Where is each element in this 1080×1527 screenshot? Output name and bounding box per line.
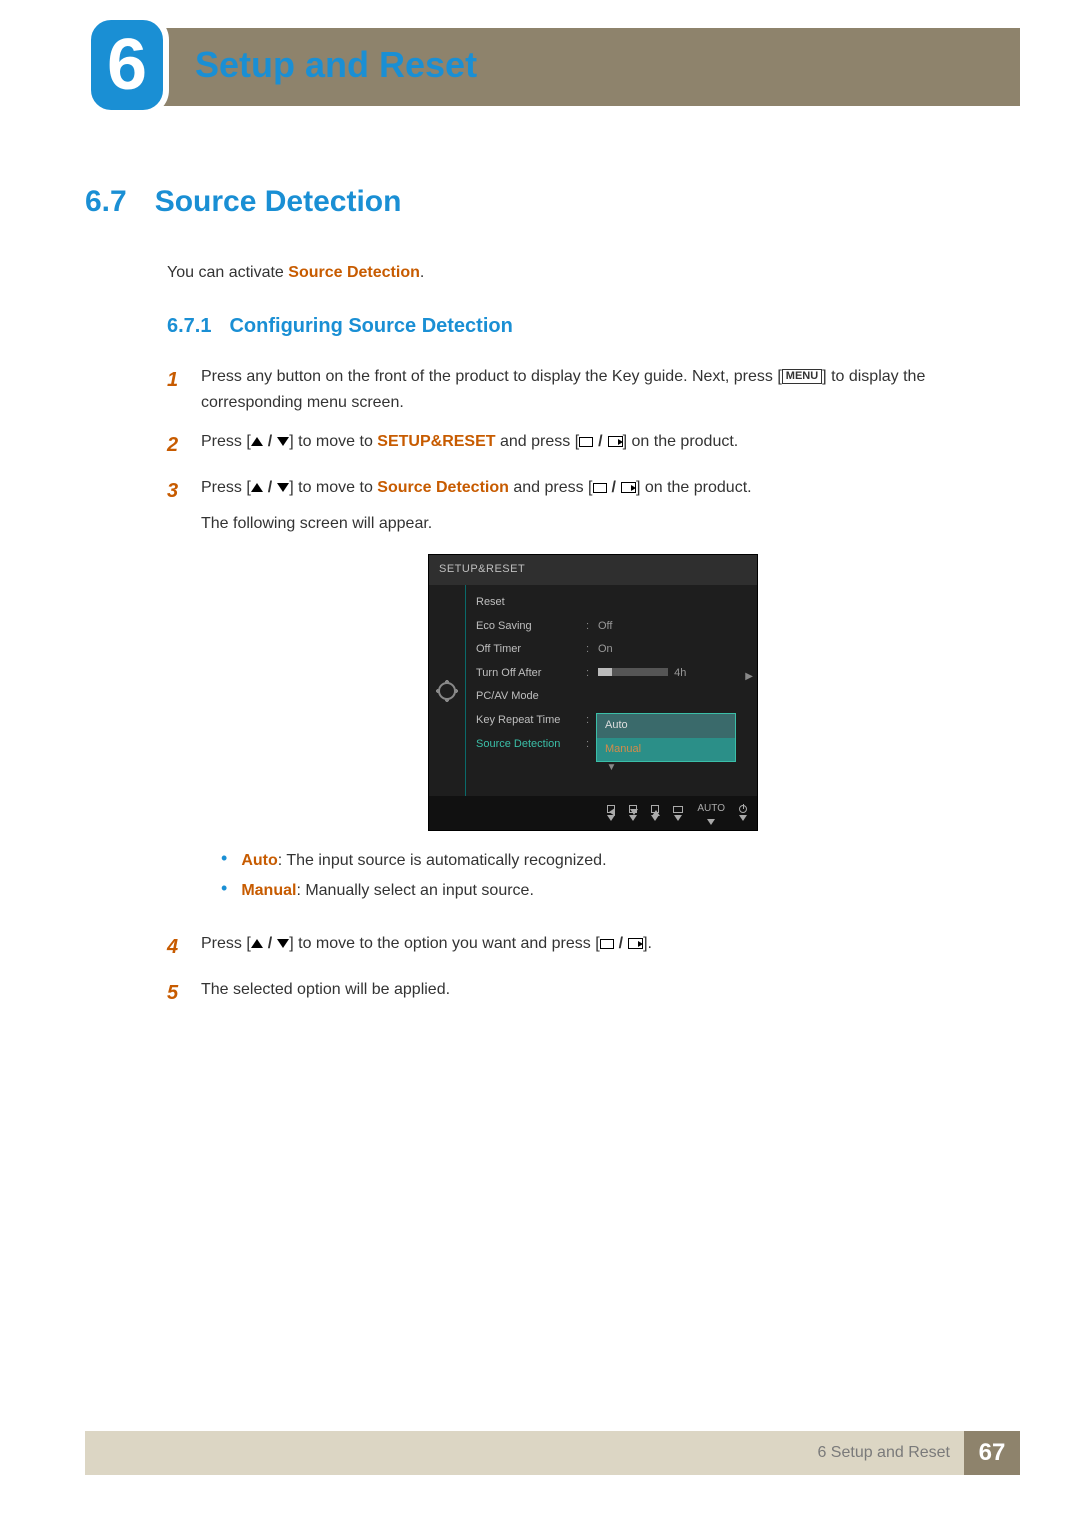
select-enter-icon: / [593, 475, 636, 501]
chapter-title: Setup and Reset [195, 44, 477, 86]
bullet-list: • Auto: The input source is automaticall… [201, 849, 985, 903]
step-3: 3 Press [/] to move to Source Detection … [167, 475, 985, 917]
subsection-heading: 6.7.1 Configuring Source Detection [167, 315, 985, 338]
osd-nav-up-icon [651, 805, 659, 821]
osd-item-keyrepeat: Key Repeat Time [476, 712, 586, 730]
intro-pre: You can activate [167, 264, 288, 281]
osd-item-eco: Eco Saving [476, 618, 586, 636]
setup-reset-term: SETUP&RESET [377, 433, 495, 450]
osd-value-turnoff: 4h [598, 665, 747, 683]
section-number: 6.7 [85, 185, 127, 219]
step-number: 5 [167, 977, 183, 1009]
bullet-text: : The input source is automatically reco… [278, 852, 607, 869]
osd-power-icon [739, 805, 747, 821]
step-4: 4 Press [/] to move to the option you wa… [167, 931, 985, 963]
select-enter-icon: / [600, 931, 643, 957]
step-5: 5 The selected option will be applied. [167, 977, 985, 1009]
bullet-icon: • [221, 849, 227, 873]
section-heading: 6.7 Source Detection [85, 185, 985, 219]
page-number: 67 [964, 1431, 1020, 1475]
page-footer: 6 Setup and Reset 67 [85, 1431, 1020, 1475]
intro-term: Source Detection [288, 264, 420, 281]
step-number: 3 [167, 475, 183, 917]
osd-nav-left-icon [607, 805, 615, 821]
gear-icon [438, 682, 456, 700]
source-detection-term: Source Detection [377, 479, 509, 496]
osd-item-reset: Reset [476, 594, 586, 612]
osd-screenshot: SETUP&RESET Reset Eco Saving:Off Off Tim… [428, 554, 758, 831]
step-text: Press [/] to move to Source Detection an… [201, 475, 985, 917]
step-text: Press [/] to move to SETUP&RESET and pre… [201, 429, 985, 461]
osd-value-offtimer: On [598, 641, 747, 659]
osd-auto-label: AUTO [697, 801, 725, 825]
step-text: The selected option will be applied. [201, 977, 985, 1009]
intro-post: . [420, 264, 424, 281]
section-title: Source Detection [155, 185, 402, 219]
menu-button-label: MENU [782, 369, 822, 384]
step-1: 1 Press any button on the front of the p… [167, 364, 985, 415]
osd-title: SETUP&RESET [429, 555, 757, 585]
step-3-tail: The following screen will appear. [201, 511, 985, 537]
bullet-icon: • [221, 879, 227, 903]
step-text: Press any button on the front of the pro… [201, 364, 985, 415]
osd-sidebar [429, 585, 465, 796]
osd-option-auto: Auto [597, 714, 735, 738]
osd-option-manual: Manual [597, 738, 735, 762]
osd-item-turnoff: Turn Off After [476, 665, 586, 683]
osd-item-sourcedetection: Source Detection [476, 736, 586, 754]
osd-item-pcav: PC/AV Mode [476, 688, 586, 706]
step-text: Press [/] to move to the option you want… [201, 931, 985, 963]
osd-value-eco: Off [598, 618, 747, 636]
step-number: 2 [167, 429, 183, 461]
bullet-text: : Manually select an input source. [296, 882, 533, 899]
osd-nav-down-icon [629, 805, 637, 821]
up-down-icon: / [251, 429, 289, 455]
step-list: 1 Press any button on the front of the p… [167, 364, 985, 1009]
osd-dropdown: Auto Manual [596, 713, 736, 762]
step-number: 4 [167, 931, 183, 963]
select-enter-icon: / [579, 429, 622, 455]
osd-enter-icon [673, 806, 683, 821]
osd-menu: Reset Eco Saving:Off Off Timer:On Turn O… [465, 585, 757, 796]
osd-item-offtimer: Off Timer [476, 641, 586, 659]
footer-chapter-label: 6 Setup and Reset [817, 1444, 964, 1462]
intro-text: You can activate Source Detection. [167, 261, 985, 285]
bullet-auto: • Auto: The input source is automaticall… [221, 849, 985, 873]
subsection-number: 6.7.1 [167, 315, 211, 338]
bullet-manual: • Manual: Manually select an input sourc… [221, 879, 985, 903]
up-down-icon: / [251, 931, 289, 957]
page-content: 6.7 Source Detection You can activate So… [85, 185, 985, 1023]
up-down-icon: / [251, 475, 289, 501]
osd-footer: AUTO [429, 796, 757, 830]
chevron-right-icon: ▶ [745, 669, 753, 685]
bullet-term: Manual [241, 882, 296, 899]
step-2: 2 Press [/] to move to SETUP&RESET and p… [167, 429, 985, 461]
subsection-title: Configuring Source Detection [229, 315, 512, 338]
chapter-number-badge: 6 [85, 14, 169, 116]
bullet-term: Auto [241, 852, 277, 869]
step-number: 1 [167, 364, 183, 415]
